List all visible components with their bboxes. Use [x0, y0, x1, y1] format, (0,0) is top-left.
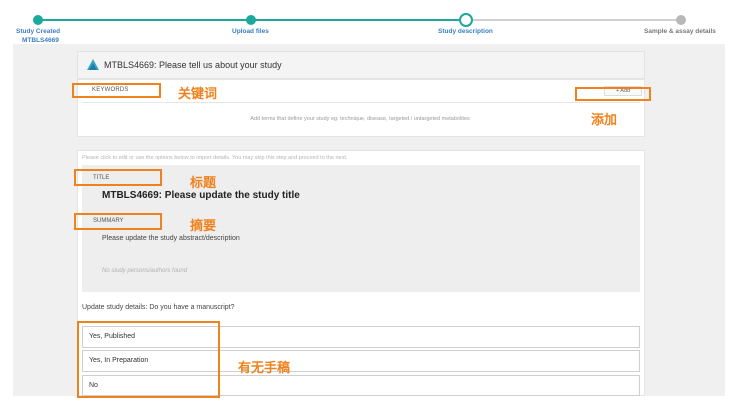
- keywords-hint[interactable]: Add terms that define your study eg. tec…: [200, 116, 520, 122]
- annotation-box-title: [74, 169, 162, 186]
- study-title[interactable]: MTBLS4669: Please update the study title: [102, 190, 300, 201]
- annotation-box-keywords: [72, 83, 161, 98]
- step-label-study-description[interactable]: Study description: [438, 28, 493, 35]
- step-label-sample-assay[interactable]: Sample & assay details: [644, 28, 716, 35]
- annotation-manuscript: 有无手稿: [238, 361, 291, 376]
- step-dot-upload-files[interactable]: [246, 15, 256, 25]
- step-dot-sample-assay[interactable]: [676, 15, 686, 25]
- step-label-study-created[interactable]: Study Created: [16, 28, 60, 35]
- no-persons-text: No study persons/authors found: [102, 268, 188, 274]
- annotation-keywords: 关键词: [178, 87, 218, 102]
- step-label-upload-files[interactable]: Upload files: [232, 28, 269, 35]
- annotation-summary: 摘要: [190, 219, 217, 234]
- page-title: MTBLS4669: Please tell us about your stu…: [104, 60, 282, 70]
- annotation-title: 标题: [190, 176, 217, 191]
- stepper-track-pending: [466, 19, 680, 21]
- step-dot-study-description[interactable]: [459, 13, 473, 27]
- annotation-add: 添加: [591, 113, 618, 128]
- keywords-divider: [82, 102, 640, 103]
- manuscript-question: Update study details: Do you have a manu…: [82, 304, 235, 311]
- step-sublabel-study-id: MTBLS4669: [22, 37, 59, 44]
- annotation-box-manuscript: [77, 321, 220, 398]
- edit-hint: Please click to edit or use the options …: [82, 155, 348, 161]
- annotation-box-add: [575, 87, 651, 101]
- annotation-box-summary: [74, 213, 162, 230]
- step-dot-study-created[interactable]: [33, 15, 43, 25]
- keywords-panel: [77, 79, 645, 137]
- study-summary[interactable]: Please update the study abstract/descrip…: [102, 235, 240, 242]
- metabolights-logo-icon: [87, 59, 99, 70]
